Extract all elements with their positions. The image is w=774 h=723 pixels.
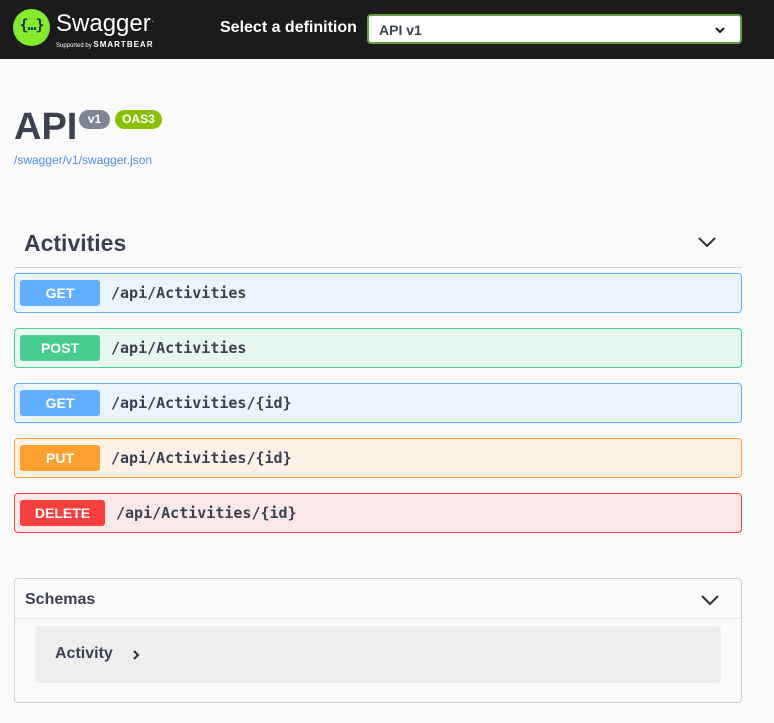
model-activity[interactable]: Activity — [35, 626, 721, 683]
opblock-get-activity-by-id[interactable]: GET /api/Activities/{id} — [14, 383, 742, 423]
chevron-right-icon[interactable] — [132, 649, 140, 661]
opblock-get-activities[interactable]: GET /api/Activities — [14, 273, 742, 313]
spec-link[interactable]: /swagger/v1/swagger.json — [14, 153, 152, 167]
method-badge: POST — [20, 335, 100, 361]
schemas-header[interactable]: Schemas — [15, 579, 741, 619]
definition-select-value: API v1 — [379, 22, 422, 38]
opblock-put-activity-by-id[interactable]: PUT /api/Activities/{id} — [14, 438, 742, 478]
swagger-logo-icon: {…} — [13, 9, 50, 46]
definition-label: Select a definition — [220, 19, 357, 36]
version-badge: v1 — [79, 110, 110, 129]
tag-header-activities[interactable]: Activities — [14, 222, 742, 268]
method-badge: PUT — [20, 445, 100, 471]
api-title: API — [14, 106, 78, 148]
opblock-post-activities[interactable]: POST /api/Activities — [14, 328, 742, 368]
schemas-title: Schemas — [25, 591, 96, 608]
model-name: Activity — [55, 645, 113, 662]
operation-path: /api/Activities/{id} — [111, 449, 292, 467]
logo-tagline: Supported by SMARTBEAR — [56, 40, 154, 49]
operation-path: /api/Activities/{id} — [116, 504, 297, 522]
chevron-down-icon — [715, 27, 725, 34]
logo-wordmark: Swagger. — [56, 10, 154, 37]
definition-select[interactable]: API v1 — [367, 14, 742, 44]
method-badge: GET — [20, 280, 100, 306]
topbar: {…} Swagger. Supported by SMARTBEAR Sele… — [0, 0, 774, 59]
chevron-down-icon[interactable] — [701, 594, 719, 606]
opblock-delete-activity-by-id[interactable]: DELETE /api/Activities/{id} — [14, 493, 742, 533]
swagger-logo[interactable]: {…} Swagger. Supported by SMARTBEAR — [13, 9, 173, 51]
method-badge: GET — [20, 390, 100, 416]
method-badge: DELETE — [20, 500, 105, 526]
operation-path: /api/Activities — [111, 284, 247, 302]
logo-glyph: {…} — [19, 16, 44, 34]
schemas-section: Schemas Activity — [14, 578, 742, 703]
operation-path: /api/Activities/{id} — [111, 394, 292, 412]
operation-path: /api/Activities — [111, 339, 247, 357]
oas-badge: OAS3 — [115, 110, 162, 129]
chevron-down-icon[interactable] — [698, 236, 716, 248]
tag-title: Activities — [24, 230, 127, 256]
